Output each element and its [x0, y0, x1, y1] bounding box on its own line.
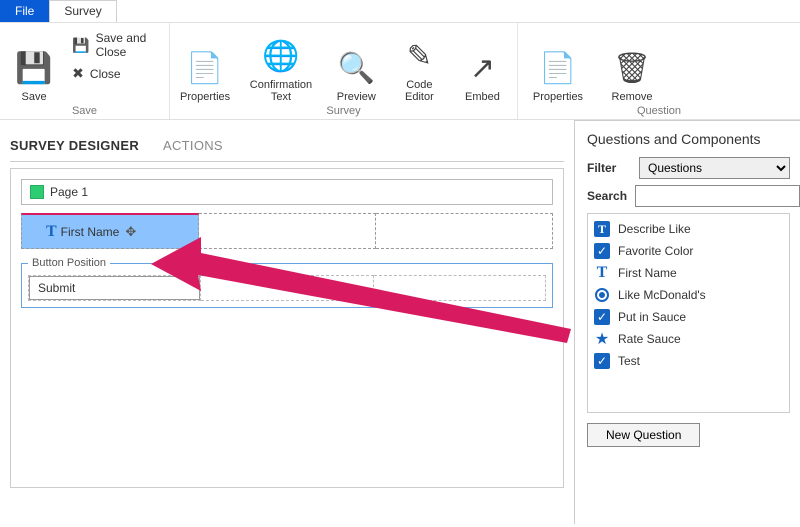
drop-cell-2[interactable]: [199, 213, 376, 249]
question-properties-button[interactable]: 📄 Properties: [528, 27, 588, 103]
save-button[interactable]: 💾 Save: [10, 27, 58, 103]
designer-tabs: SURVEY DESIGNER ACTIONS: [10, 130, 564, 162]
side-panel-title: Questions and Components: [587, 131, 790, 147]
checkbox-icon: ✓: [594, 353, 610, 369]
properties-icon: 📄: [186, 47, 223, 91]
radio-icon: [594, 287, 610, 303]
page-header[interactable]: Page 1: [21, 179, 553, 205]
drop-cell-3[interactable]: [376, 213, 553, 249]
new-question-button[interactable]: New Question: [587, 423, 700, 447]
page-label: Page 1: [50, 185, 88, 199]
embed-icon: ↗: [470, 47, 495, 91]
checkbox-icon: ✓: [594, 243, 610, 259]
text-icon: T: [594, 265, 610, 281]
ribbon-group-save: 💾 Save 💾 Save and Close ✖ Close Save: [0, 23, 170, 119]
tab-survey-designer[interactable]: SURVEY DESIGNER: [10, 138, 139, 153]
list-item[interactable]: ★Rate Sauce: [590, 328, 787, 350]
filter-label: Filter: [587, 161, 631, 175]
drag-preview-first-name[interactable]: T First Name ✥: [46, 223, 136, 241]
close-icon: ✖: [72, 65, 84, 82]
design-canvas[interactable]: Page 1 T First Name ✥ Button Position: [10, 168, 564, 488]
questions-list: TDescribe Like ✓Favorite Color TFirst Na…: [587, 213, 790, 413]
drop-cell-active[interactable]: T First Name ✥: [21, 213, 199, 249]
list-item[interactable]: Like McDonald's: [590, 284, 787, 306]
list-item[interactable]: ✓Favorite Color: [590, 240, 787, 262]
question-remove-button[interactable]: 🗑 Remove: [602, 27, 662, 103]
tab-survey[interactable]: Survey: [49, 0, 116, 22]
ribbon: 💾 Save 💾 Save and Close ✖ Close Save 📄 P…: [0, 22, 800, 120]
button-position-left[interactable]: Submit: [28, 275, 201, 301]
tab-actions[interactable]: ACTIONS: [163, 138, 223, 153]
tab-file[interactable]: File: [0, 0, 49, 22]
button-position-center[interactable]: [201, 275, 373, 301]
filter-select[interactable]: Questions: [639, 157, 790, 179]
list-item[interactable]: TDescribe Like: [590, 218, 787, 240]
list-item[interactable]: ✓Test: [590, 350, 787, 372]
side-panel: Questions and Components Filter Question…: [574, 120, 800, 524]
search-input[interactable]: [635, 185, 800, 207]
button-position-fieldset: Button Position Submit: [21, 257, 553, 308]
star-icon: ★: [594, 331, 610, 347]
ribbon-group-label-survey: Survey: [180, 103, 507, 117]
ribbon-group-question: 📄 Properties 🗑 Remove Question: [518, 23, 800, 119]
page-icon: [30, 185, 44, 199]
preview-icon: 🔍: [338, 47, 375, 91]
textarea-icon: T: [594, 221, 610, 237]
remove-icon: 🗑: [613, 47, 651, 91]
button-position-legend: Button Position: [28, 257, 110, 269]
question-properties-icon: 📄: [539, 47, 576, 91]
save-icon: 💾: [15, 47, 52, 91]
list-item[interactable]: ✓Put in Sauce: [590, 306, 787, 328]
button-position-right[interactable]: [374, 275, 546, 301]
save-and-close-button[interactable]: 💾 Save and Close: [72, 31, 159, 59]
confirmation-text-button[interactable]: 🌐 Confirmation Text: [244, 27, 318, 103]
move-cursor-icon: ✥: [125, 224, 136, 240]
search-label: Search: [587, 189, 627, 203]
submit-button-chip[interactable]: Submit: [29, 276, 200, 300]
preview-button[interactable]: 🔍 Preview: [332, 27, 381, 103]
embed-button[interactable]: ↗ Embed: [458, 27, 507, 103]
survey-properties-button[interactable]: 📄 Properties: [180, 27, 230, 103]
code-icon: ✎: [407, 35, 432, 79]
app-tabs: File Survey: [0, 0, 800, 22]
globe-doc-icon: 🌐: [262, 35, 299, 79]
ribbon-group-survey: 📄 Properties 🌐 Confirmation Text 🔍 Previ…: [170, 23, 518, 119]
ribbon-group-label-save: Save: [10, 103, 159, 117]
drag-preview-label: First Name: [61, 225, 120, 239]
ribbon-group-label-question: Question: [528, 103, 790, 117]
checkbox-icon: ✓: [594, 309, 610, 325]
code-editor-button[interactable]: ✎ Code Editor: [395, 27, 444, 103]
close-button[interactable]: ✖ Close: [72, 65, 159, 82]
text-question-icon: T: [46, 223, 57, 241]
save-close-icon: 💾: [72, 37, 89, 54]
question-drop-row[interactable]: T First Name ✥: [21, 213, 553, 249]
list-item[interactable]: TFirst Name: [590, 262, 787, 284]
